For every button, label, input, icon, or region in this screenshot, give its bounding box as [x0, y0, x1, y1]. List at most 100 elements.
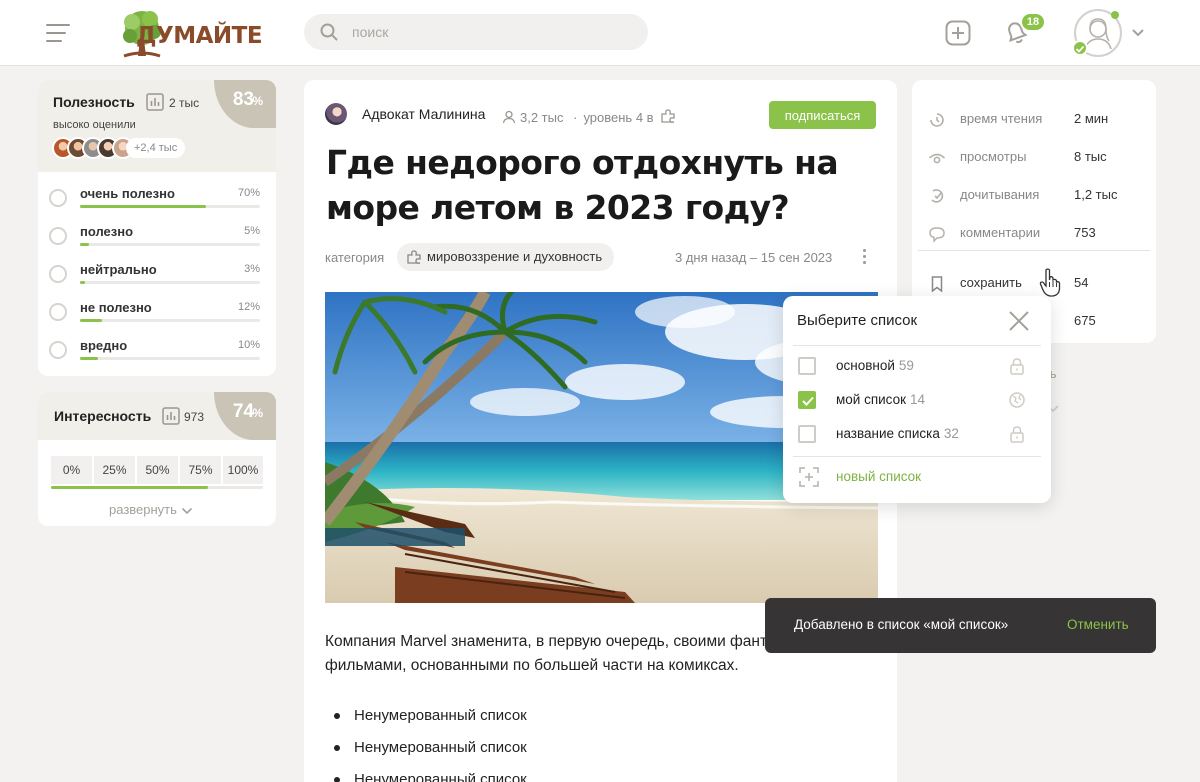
interest-bar-fill [51, 486, 208, 489]
checkbox-checked[interactable] [798, 391, 816, 409]
vote-bar-fill [80, 205, 206, 208]
stat-label: дочитывания [960, 187, 1040, 202]
save-label[interactable]: сохранить [960, 275, 1022, 290]
interest-percent-badge: 74 % [214, 392, 276, 440]
vote-option-label: вредно [80, 338, 128, 353]
vote-option-useful[interactable]: полезно 5% [38, 218, 276, 256]
radio-button[interactable] [49, 303, 67, 321]
bookmark-icon [931, 276, 943, 293]
vote-option-percent: 70% [237, 187, 260, 199]
interest-header: Интересность 973 74 % [38, 392, 276, 440]
checkbox[interactable] [798, 425, 816, 443]
interest-title: Интересность [54, 408, 152, 424]
stat-value: 1,2 тыс [1074, 187, 1118, 202]
more-options-icon[interactable] [859, 249, 869, 267]
subscribe-button[interactable]: подписаться [769, 101, 876, 129]
search-input[interactable] [352, 22, 622, 42]
globe-icon [1009, 392, 1025, 408]
vote-option-percent: 5% [244, 225, 260, 237]
checkbox[interactable] [798, 357, 816, 375]
add-post-icon[interactable] [945, 20, 971, 46]
vote-option-very-useful[interactable]: очень полезно 70% [38, 180, 276, 218]
vote-option-harmful[interactable]: вредно 10% [38, 332, 276, 370]
notifications-badge: 18 [1020, 12, 1046, 32]
search-box[interactable] [304, 14, 648, 50]
vote-option-percent: 3% [244, 263, 260, 275]
new-list-button[interactable]: новый список [783, 462, 1051, 492]
radio-button[interactable] [49, 189, 67, 207]
article-bullet-list: Ненумерованный список Ненумерованный спи… [325, 704, 527, 782]
list-option-count: 59 [898, 358, 914, 373]
vote-bar-fill [80, 357, 98, 360]
radio-button[interactable] [49, 227, 67, 245]
usefulness-percent-unit: % [252, 94, 263, 108]
vote-option-neutral[interactable]: нейтрально 3% [38, 256, 276, 294]
meta-separator: · [573, 110, 578, 125]
interest-segment-25[interactable]: 25% [94, 456, 135, 484]
avatar[interactable] [325, 103, 347, 125]
menu-icon[interactable] [46, 24, 70, 42]
share-count: 675 [1074, 313, 1096, 328]
stat-label: просмотры [960, 149, 1027, 164]
vote-option-label: полезно [80, 224, 134, 239]
site-logo[interactable]: ДУМАЙТЕ [116, 6, 263, 60]
lock-icon [1010, 426, 1024, 443]
eye-icon [928, 153, 946, 164]
clock-icon [930, 113, 944, 127]
list-option-list-name[interactable]: название списка 32 [783, 417, 1051, 451]
stat-value: 8 тыс [1074, 149, 1107, 164]
dropdown-title: Выберите список [797, 312, 918, 329]
online-status-dot [1111, 11, 1119, 19]
vote-option-label: не полезно [80, 300, 152, 315]
vote-bar-track [80, 205, 260, 208]
add-list-icon [799, 467, 819, 487]
interest-segment-50[interactable]: 50% [137, 456, 178, 484]
interest-segment-0[interactable]: 0% [51, 456, 92, 484]
vote-bar-track [80, 243, 260, 246]
radio-button[interactable] [49, 265, 67, 283]
vote-option-not-useful[interactable]: не полезно 12% [38, 294, 276, 332]
usefulness-header: Полезность 2 тыс 83 % высоко оценили +2,… [38, 80, 276, 172]
author-meta: 3,2 тыс · уровень 4 в [502, 106, 680, 125]
interest-card: Интересность 973 74 % 0% 25% 50% 75% 100… [38, 392, 276, 526]
article-date: 3 дня назад – 15 сен 2023 [675, 250, 833, 265]
list-option-my-list[interactable]: мой список 14 [783, 383, 1051, 417]
verified-check-icon [1072, 40, 1088, 56]
interest-percent-unit: % [252, 406, 263, 420]
toast-message: Добавлено в список «мой список» [794, 617, 1009, 632]
author-name[interactable]: Адвокат Малинина [362, 106, 485, 122]
save-count: 54 [1074, 275, 1089, 290]
list-option-count: 14 [910, 392, 926, 407]
divider [793, 456, 1041, 457]
expand-label: развернуть [109, 502, 177, 517]
vote-bar-track [80, 319, 260, 322]
usefulness-percent-badge: 83 % [214, 80, 276, 128]
puzzle-icon [407, 250, 421, 264]
radio-button[interactable] [49, 341, 67, 359]
undo-button[interactable]: Отменить [1067, 617, 1129, 632]
list-item: Ненумерованный список [325, 768, 527, 782]
expand-link[interactable]: развернуть [109, 502, 193, 517]
list-option-name: основной [836, 358, 895, 373]
top-header: ДУМАЙТЕ 18 [0, 0, 1200, 66]
divider [918, 250, 1150, 251]
close-icon[interactable] [1007, 309, 1031, 333]
vote-bar-track [80, 357, 260, 360]
interest-segment-75[interactable]: 75% [180, 456, 221, 484]
interest-segment-100[interactable]: 100% [223, 456, 263, 484]
category-tag[interactable]: мировоззрение и духовность [397, 243, 615, 271]
list-option-main[interactable]: основной 59 [783, 349, 1051, 383]
list-item: Ненумерованный список [325, 704, 527, 736]
logo-text: ДУМАЙТЕ [136, 23, 263, 49]
author-level: уровень 4 в [583, 110, 654, 125]
lock-icon [1010, 358, 1024, 375]
list-option-name: мой список [836, 392, 906, 407]
chevron-down-icon[interactable] [1131, 28, 1145, 38]
usefulness-percent: 83 [232, 89, 254, 110]
vote-bar-track [80, 281, 260, 284]
interest-count: 973 [184, 410, 205, 424]
list-option-count: 32 [943, 426, 959, 441]
hand-cursor-icon [1039, 268, 1061, 297]
chevron-down-icon [181, 507, 192, 515]
category-name: мировоззрение и духовность [427, 249, 603, 264]
